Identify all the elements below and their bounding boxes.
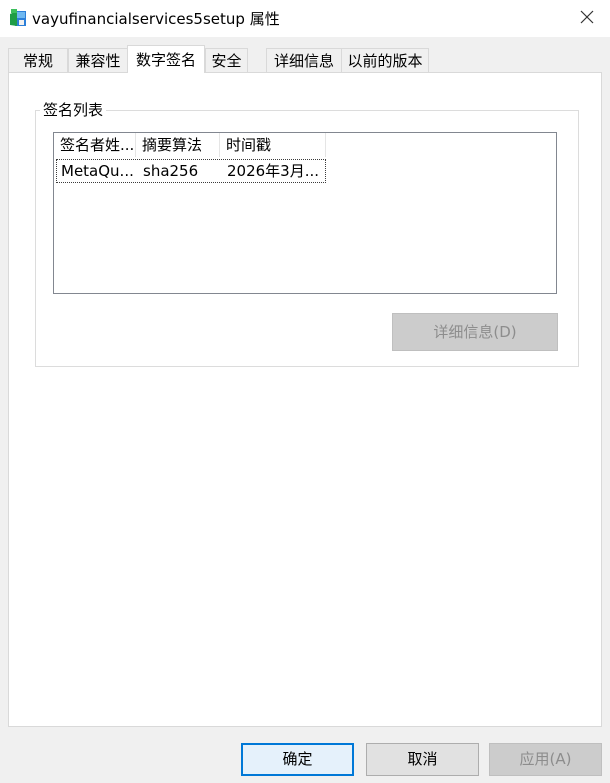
signature-list-label: 签名列表 xyxy=(40,101,107,119)
apply-button[interactable]: 应用(A) xyxy=(489,743,602,776)
tab-previous-versions[interactable]: 以前的版本 xyxy=(341,48,429,72)
tab-compatibility[interactable]: 兼容性 xyxy=(68,48,128,72)
close-button[interactable] xyxy=(564,0,610,37)
column-header-timestamp[interactable]: 时间戳 xyxy=(220,133,326,157)
table-row[interactable]: MetaQu... sha256 2026年3月... xyxy=(56,159,326,183)
details-button[interactable]: 详细信息(D) xyxy=(392,313,558,351)
tab-panel: 签名列表 签名者姓... 摘要算法 时间戳 MetaQu... sha256 2… xyxy=(8,72,602,727)
installer-app-icon xyxy=(9,8,27,28)
tab-general[interactable]: 常规 xyxy=(8,48,68,72)
signature-list[interactable]: 签名者姓... 摘要算法 时间戳 MetaQu... sha256 2026年3… xyxy=(53,132,557,294)
title-bar: vayufinancialservices5setup 属性 xyxy=(0,0,610,37)
column-header-digest[interactable]: 摘要算法 xyxy=(136,133,220,157)
window-title: vayufinancialservices5setup 属性 xyxy=(32,10,280,28)
tab-details[interactable]: 详细信息 xyxy=(266,48,342,72)
cell-signer: MetaQu... xyxy=(61,162,134,180)
cancel-button[interactable]: 取消 xyxy=(366,743,479,776)
list-header: 签名者姓... 摘要算法 时间戳 xyxy=(54,133,556,157)
tab-strip: 常规 兼容性 数字签名 安全 详细信息 以前的版本 xyxy=(8,45,602,73)
ok-button[interactable]: 确定 xyxy=(241,743,354,776)
cell-timestamp: 2026年3月... xyxy=(227,162,320,180)
tab-digital-signatures[interactable]: 数字签名 xyxy=(127,45,205,73)
cell-digest: sha256 xyxy=(143,162,199,180)
column-header-signer[interactable]: 签名者姓... xyxy=(54,133,136,157)
tab-security[interactable]: 安全 xyxy=(205,48,248,72)
close-icon xyxy=(580,10,594,28)
